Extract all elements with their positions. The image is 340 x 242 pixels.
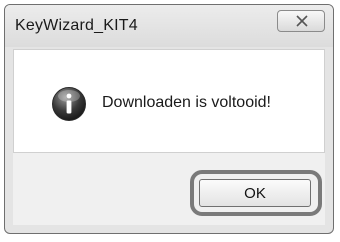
close-icon [296,15,308,27]
dialog-content: Downloaden is voltooid! [13,49,325,153]
ok-button[interactable]: OK [199,179,311,207]
dialog-message: Downloaden is voltooid! [102,94,271,111]
message-dialog: KeyWizard_KIT4 Downloaden is voltooid! O… [4,4,334,234]
title-bar[interactable]: KeyWizard_KIT4 [5,5,333,47]
window-title: KeyWizard_KIT4 [15,17,138,34]
dialog-footer: OK [13,153,325,225]
info-icon [52,87,86,121]
close-button[interactable] [277,10,325,32]
